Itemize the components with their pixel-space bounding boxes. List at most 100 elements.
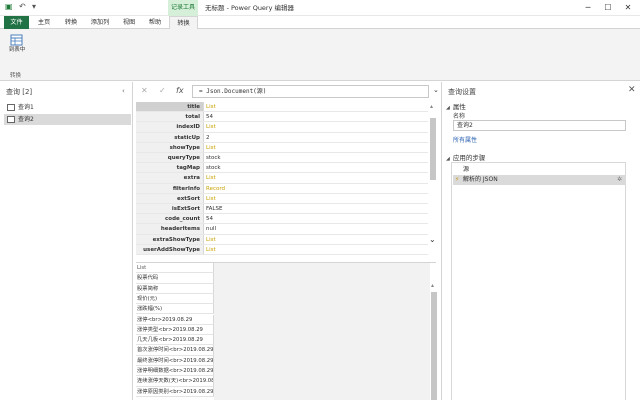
record-row[interactable]: extSort List xyxy=(136,193,428,204)
list-scroll-up-icon[interactable]: ▴ xyxy=(431,282,434,289)
formula-bar: ✕ ✓ fx = Json.Document(源) ⌄ xyxy=(135,84,439,100)
collapse-pane-icon[interactable]: ‹ xyxy=(122,87,125,95)
applied-steps-section[interactable]: ◢ 应用的步骤 xyxy=(446,152,485,162)
cancel-formula-icon[interactable]: ✕ xyxy=(141,86,148,95)
expand-formula-icon[interactable]: ⌄ xyxy=(433,86,439,94)
scroll-up-icon[interactable]: ▴ xyxy=(430,103,433,110)
list-item: 涨停明细数据<br>2019.08.29 xyxy=(136,366,214,377)
record-field-name: code_count xyxy=(136,214,204,224)
record-row[interactable]: showType List xyxy=(136,142,428,153)
record-row[interactable]: code_count 54 xyxy=(136,214,428,225)
record-field-value: stock xyxy=(206,165,221,172)
step-settings-gear-icon[interactable]: ✲ xyxy=(617,175,622,185)
record-field-link[interactable]: List xyxy=(206,235,216,245)
record-field-link[interactable]: List xyxy=(206,122,216,132)
record-row[interactable]: extra List xyxy=(136,173,428,184)
ribbon-group-label: 转换 xyxy=(10,73,22,79)
record-field-name: showType xyxy=(136,142,204,152)
fx-icon[interactable]: fx xyxy=(176,86,184,95)
record-field-name: filterInfo xyxy=(136,183,204,193)
record-row[interactable]: headerItems null xyxy=(136,224,428,235)
query-item-1[interactable]: 查询1 xyxy=(4,102,131,113)
record-row[interactable]: userAddShowType List xyxy=(136,244,428,255)
record-field-link[interactable]: List xyxy=(206,102,216,112)
record-row[interactable]: tagMap stock xyxy=(136,163,428,174)
record-field-name: extraShowType xyxy=(136,234,204,244)
name-label: 名称 xyxy=(453,113,466,120)
record-field-link[interactable]: List xyxy=(206,194,216,204)
tab-add-column[interactable]: 添加列 xyxy=(85,16,115,29)
save-icon[interactable]: ▣ xyxy=(5,2,13,11)
list-item: 涨停<br>2019.08.29 xyxy=(136,314,214,325)
record-field-link[interactable]: List xyxy=(206,143,216,153)
table-icon xyxy=(10,34,23,46)
record-row[interactable]: filterInfo Record xyxy=(136,183,428,194)
close-button[interactable]: ✕ xyxy=(618,0,638,16)
close-settings-icon[interactable]: ✕ xyxy=(628,85,636,95)
record-field-name: queryType xyxy=(136,153,204,163)
step-parsed-json[interactable]: ⚡ 解析的 JSON ✲ xyxy=(453,175,626,185)
minimize-button[interactable]: ─ xyxy=(578,0,598,16)
tab-file[interactable]: 文件 xyxy=(4,16,29,29)
record-row[interactable]: queryType stock xyxy=(136,153,428,164)
record-field-name: extSort xyxy=(136,193,204,203)
applied-steps-heading: 应用的步骤 xyxy=(452,154,486,162)
applied-steps-list: 源 ⚡ 解析的 JSON ✲ xyxy=(451,162,626,400)
queries-pane: 查询 [2] ‹ 查询1 查询2 xyxy=(0,82,133,400)
tab-record-transform[interactable]: 转换 xyxy=(169,16,198,29)
undo-icon[interactable]: ↶ xyxy=(19,2,26,11)
query-name-input[interactable]: 查询2 xyxy=(453,120,626,131)
query-item-label: 查询1 xyxy=(18,104,34,111)
quick-access-dropdown-icon[interactable]: ▾ xyxy=(32,2,36,11)
query-list-icon xyxy=(7,116,15,123)
query-settings-title: 查询设置 xyxy=(448,88,476,96)
record-row[interactable]: indexID List xyxy=(136,122,428,133)
record-table: title List total 54 indexID List staticUp 2 show… xyxy=(136,102,428,258)
formula-input[interactable]: = Json.Document(源) xyxy=(192,85,429,98)
properties-section[interactable]: ◢ 属性 xyxy=(446,101,466,111)
query-item-2[interactable]: 查询2 xyxy=(4,114,131,125)
record-row[interactable]: extraShowType List xyxy=(136,234,428,245)
confirm-formula-icon[interactable]: ✓ xyxy=(159,86,166,95)
maximize-button[interactable]: ☐ xyxy=(598,0,618,16)
record-row[interactable]: title List xyxy=(136,102,428,113)
record-field-value: 2 xyxy=(206,134,210,141)
record-field-name: tagMap xyxy=(136,163,204,173)
record-field-name: staticUp xyxy=(136,132,204,142)
record-field-link[interactable]: List xyxy=(206,245,216,255)
record-field-name: isExtSort xyxy=(136,204,204,214)
ribbon: 到表中 转换 xyxy=(0,29,640,81)
list-scrollbar-thumb[interactable] xyxy=(431,292,437,400)
tab-help[interactable]: 帮助 xyxy=(143,16,167,29)
tab-transform[interactable]: 转换 xyxy=(59,16,83,29)
tab-home[interactable]: 主页 xyxy=(31,16,57,29)
list-item: 股票代码 xyxy=(136,273,214,284)
query-table-icon xyxy=(7,104,15,111)
record-field-link[interactable]: Record xyxy=(206,184,225,194)
window-title: 无标题 - Power Query 编辑器 xyxy=(205,4,295,12)
record-field-name: title xyxy=(136,102,204,112)
record-row[interactable]: total 54 xyxy=(136,112,428,123)
record-row[interactable]: staticUp 2 xyxy=(136,132,428,143)
record-field-link[interactable]: List xyxy=(206,173,216,183)
convert-to-table-label: 到表中 xyxy=(8,47,26,53)
list-item: 最终涨停时间<br>2019.08.29 xyxy=(136,355,214,366)
all-properties-link[interactable]: 所有属性 xyxy=(453,135,477,144)
list-item: 涨停类型<br>2019.08.29 xyxy=(136,324,214,336)
list-item: 首次涨停时间<br>2019.08.29 xyxy=(136,345,214,356)
tab-view[interactable]: 视图 xyxy=(117,16,141,29)
record-field-name: extra xyxy=(136,173,204,183)
list-preview-empty-area xyxy=(214,263,430,400)
record-field-value: null xyxy=(206,226,217,233)
convert-to-table-button[interactable]: 到表中 xyxy=(6,33,28,69)
list-preview: List 股票代码 股票简称 现价(元) 涨跌幅(%) 涨停<br>2019.08.29… xyxy=(136,262,436,400)
list-item: 几天几板<br>2019.08.29 xyxy=(136,335,214,346)
title-bar: ▣ ↶ ▾ 记录工具 无标题 - Power Query 编辑器 ─ ☐ ✕ xyxy=(0,0,640,16)
list-item: 涨停原因类别<br>2019.08.29 xyxy=(136,386,214,397)
list-item: 涨跌幅(%) xyxy=(136,304,214,315)
step-label: 源 xyxy=(463,166,470,173)
scroll-down-icon[interactable]: ⌄ xyxy=(429,235,436,244)
record-scrollbar-thumb[interactable] xyxy=(430,118,436,180)
record-row[interactable]: isExtSort FALSE xyxy=(136,204,428,215)
step-source[interactable]: 源 xyxy=(453,165,626,175)
